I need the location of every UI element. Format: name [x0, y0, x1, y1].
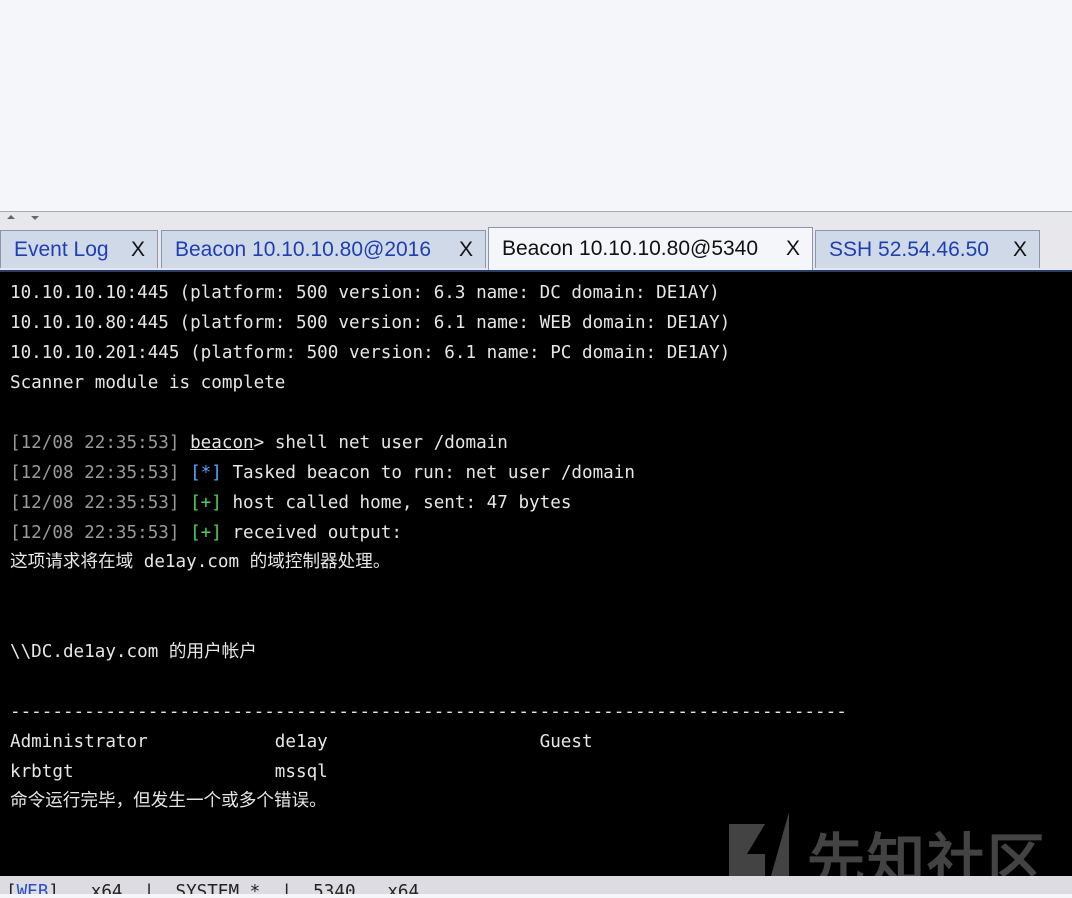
- console-line: 10.10.10.10:445 (platform: 500 version: …: [10, 283, 720, 303]
- info-marker: [*]: [190, 463, 222, 483]
- close-tab-button[interactable]: X: [786, 237, 800, 261]
- sent-message: host called home, sent: 47 bytes: [232, 493, 572, 513]
- collapse-up-icon[interactable]: [7, 215, 15, 219]
- tab-beacon-2016[interactable]: Beacon 10.10.10.80@2016 X: [161, 230, 486, 268]
- tab-bar: Event Log X Beacon 10.10.10.80@2016 X Be…: [0, 227, 1072, 271]
- beacon-status: [WEB] x64 | SYSTEM * | 5340 x64: [6, 882, 419, 894]
- tab-label: Beacon 10.10.10.80@5340: [502, 237, 759, 260]
- split-pane-divider[interactable]: [0, 211, 1072, 227]
- tab-event-log[interactable]: Event Log X: [0, 230, 158, 268]
- close-tab-button[interactable]: X: [459, 238, 473, 262]
- console-command-line: [12/08 22:35:53] beacon> shell net user …: [10, 432, 508, 454]
- timestamp: [12/08 22:35:53]: [10, 463, 180, 483]
- timestamp: [12/08 22:35:53]: [10, 493, 180, 513]
- timestamp: [12/08 22:35:53]: [10, 523, 180, 543]
- beacon-prompt: beacon: [190, 433, 254, 453]
- received-message: received output:: [232, 523, 402, 543]
- tab-label: Event Log: [14, 237, 109, 261]
- console-line: Scanner module is complete: [10, 373, 286, 393]
- beacon-console[interactable]: 10.10.10.10:445 (platform: 500 version: …: [0, 270, 1072, 876]
- prompt-symbol: >: [253, 433, 265, 453]
- expand-down-icon[interactable]: [31, 216, 39, 220]
- close-tab-button[interactable]: X: [131, 238, 145, 262]
- output-line: \\DC.de1ay.com 的用户帐户: [10, 642, 257, 662]
- separator-line: ----------------------------------------…: [10, 702, 847, 722]
- status-bracket: [: [6, 882, 17, 894]
- status-bar: [WEB] x64 | SYSTEM * | 5340 x64: [0, 876, 1072, 894]
- watermark: 先知社区: [725, 810, 1055, 895]
- tab-beacon-5340[interactable]: Beacon 10.10.10.80@5340 X: [488, 227, 813, 270]
- output-line: 命令运行完毕，但发生一个或多个错误。: [10, 791, 327, 811]
- tab-label: SSH 52.54.46.50: [829, 237, 989, 261]
- output-line: 这项请求将在域 de1ay.com 的域控制器处理。: [10, 552, 391, 572]
- console-sent-line: [12/08 22:35:53] [+] host called home, s…: [10, 492, 571, 514]
- close-tab-button[interactable]: X: [1013, 238, 1027, 262]
- console-task-line: [12/08 22:35:53] [*] Tasked beacon to ru…: [10, 462, 635, 484]
- host-tag[interactable]: WEB: [17, 882, 49, 894]
- success-marker: [+]: [190, 493, 222, 513]
- console-line: 10.10.10.201:445 (platform: 500 version:…: [10, 343, 731, 363]
- tab-label: Beacon 10.10.10.80@2016: [175, 237, 432, 261]
- graph-view-area: [0, 0, 1072, 211]
- watermark-logo-icon: [729, 812, 789, 876]
- console-line: 10.10.10.80:445 (platform: 500 version: …: [10, 313, 731, 333]
- command-text: shell net user /domain: [264, 433, 508, 453]
- timestamp: [12/08 22:35:53]: [10, 433, 180, 453]
- users-row: krbtgt mssql: [10, 762, 328, 782]
- tab-ssh[interactable]: SSH 52.54.46.50 X: [815, 230, 1040, 268]
- status-rest: ] x64 | SYSTEM * | 5340 x64: [48, 882, 420, 894]
- console-received-line: [12/08 22:35:53] [+] received output:: [10, 522, 402, 544]
- success-marker: [+]: [190, 523, 222, 543]
- task-message: Tasked beacon to run: net user /domain: [232, 463, 635, 483]
- users-row: Administrator de1ay Guest: [10, 732, 593, 752]
